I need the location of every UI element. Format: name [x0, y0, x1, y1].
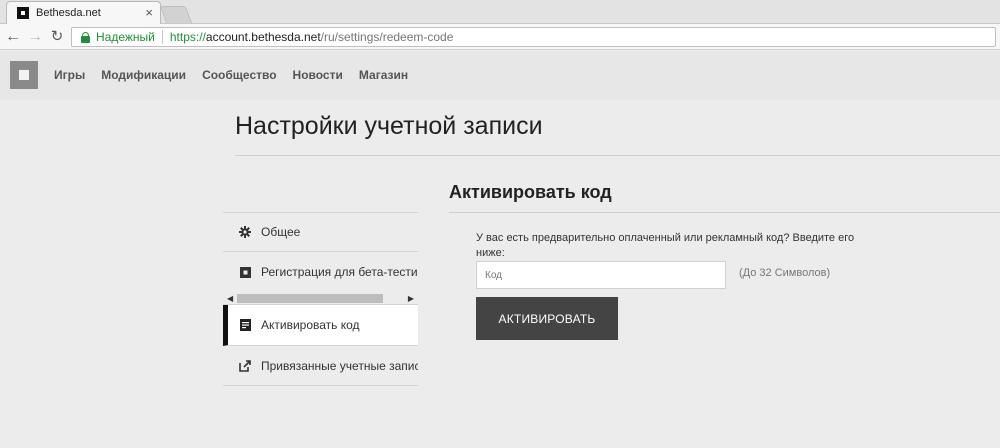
- url-path: /ru/settings/redeem-code: [320, 30, 454, 44]
- back-arrow-icon[interactable]: ←: [3, 27, 23, 47]
- bethesda-logo-icon[interactable]: [10, 61, 38, 89]
- close-tab-icon[interactable]: ×: [145, 6, 153, 20]
- nav-item-news[interactable]: Новости: [293, 68, 343, 82]
- sidebar-horizontal-scrollbar[interactable]: ◀ ▶: [223, 292, 418, 305]
- address-separator: [161, 30, 163, 44]
- sidebar-item-label: Общее: [261, 225, 301, 239]
- lock-icon: [81, 31, 90, 43]
- url-protocol: https://: [169, 30, 206, 44]
- section-title: Активировать код: [449, 182, 612, 202]
- sidebar-item-label: Регистрация для бета-тестирования: [261, 265, 418, 279]
- secure-label: Надежный: [96, 30, 155, 44]
- site-menu: Игры Модификации Сообщество Новости Мага…: [54, 68, 408, 82]
- sidebar-item-label: Активировать код: [261, 318, 360, 332]
- bethesda-favicon-icon: [17, 7, 29, 19]
- link-out-icon: [239, 359, 251, 372]
- forward-arrow-icon[interactable]: →: [25, 27, 45, 47]
- code-length-hint: (До 32 Символов): [739, 267, 831, 279]
- code-input[interactable]: [476, 261, 726, 289]
- nav-item-mods[interactable]: Модификации: [101, 68, 186, 82]
- sidebar-item-redeem-code[interactable]: Активировать код: [223, 305, 418, 346]
- address-bar[interactable]: Надежный https://account.bethesda.net/ru…: [71, 27, 996, 47]
- redeem-prompt: У вас есть предварительно оплаченный или…: [476, 232, 855, 259]
- gear-icon: [239, 226, 251, 238]
- document-icon: [239, 319, 251, 331]
- new-tab-button[interactable]: [159, 6, 193, 23]
- browser-tab[interactable]: Bethesda.net ×: [6, 1, 161, 24]
- redeem-button[interactable]: АКТИВИРОВАТЬ: [476, 297, 618, 340]
- nav-item-store[interactable]: Магазин: [359, 68, 408, 82]
- page-title: Настройки учетной записи: [235, 112, 543, 140]
- scroll-right-icon[interactable]: ▶: [408, 292, 414, 305]
- browser-toolbar: ← → ↻ Надежный https://account.bethesda.…: [0, 24, 1000, 50]
- sidebar-item-linked-accounts[interactable]: Привязанные учетные записи: [223, 346, 418, 386]
- sidebar-item-general[interactable]: Общее: [223, 212, 418, 252]
- sidebar-item-label: Привязанные учетные записи: [261, 358, 418, 373]
- sidebar-item-beta-registration[interactable]: Регистрация для бета-тестирования: [223, 252, 418, 292]
- settings-sidebar: Общее Регистрация для бета-тестирования …: [223, 212, 418, 386]
- reload-icon[interactable]: ↻: [47, 27, 67, 47]
- site-nav-bar: Игры Модификации Сообщество Новости Мага…: [0, 51, 1000, 100]
- title-divider: [235, 155, 1000, 156]
- url-host: account.bethesda.net: [205, 30, 321, 44]
- scrollbar-thumb[interactable]: [237, 294, 383, 303]
- nav-item-community[interactable]: Сообщество: [202, 68, 276, 82]
- browser-tab-bar: Bethesda.net ×: [0, 0, 1000, 24]
- square-icon: [239, 266, 251, 278]
- nav-item-games[interactable]: Игры: [54, 68, 85, 82]
- tab-title: Bethesda.net: [36, 7, 101, 19]
- section-divider: [449, 212, 1000, 213]
- scroll-left-icon[interactable]: ◀: [227, 292, 233, 305]
